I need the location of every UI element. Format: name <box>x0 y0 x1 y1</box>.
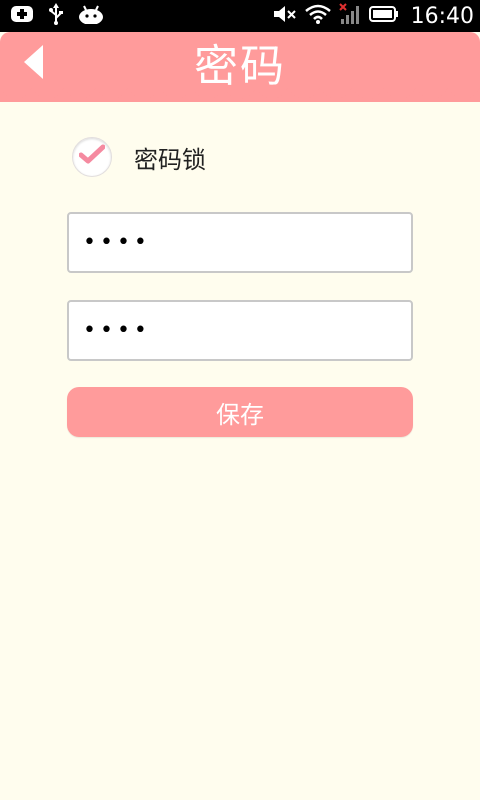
battery-icon <box>368 4 399 28</box>
usb-icon <box>48 3 64 29</box>
page-title: 密码 <box>194 41 286 92</box>
password-lock-checkbox[interactable] <box>72 137 112 177</box>
confirm-password-field-value: •••• <box>83 318 151 343</box>
status-bar: 16:40 <box>0 0 480 32</box>
save-button[interactable]: 保存 <box>67 387 413 437</box>
confirm-password-field[interactable]: •••• <box>67 300 413 361</box>
password-field[interactable]: •••• <box>67 212 413 273</box>
signal-off-icon <box>338 3 361 29</box>
mute-icon <box>273 4 297 28</box>
usb-debug-icon <box>10 4 34 28</box>
password-lock-label: 密码锁 <box>134 145 206 174</box>
check-icon <box>78 144 106 170</box>
password-lock-row: 密码锁 <box>72 136 206 178</box>
status-left-icons <box>10 3 104 29</box>
android-icon <box>78 4 104 28</box>
status-time: 16:40 <box>410 3 474 29</box>
wifi-icon <box>304 4 331 28</box>
status-right-icons: 16:40 <box>273 0 474 32</box>
password-field-value: •••• <box>83 230 151 255</box>
